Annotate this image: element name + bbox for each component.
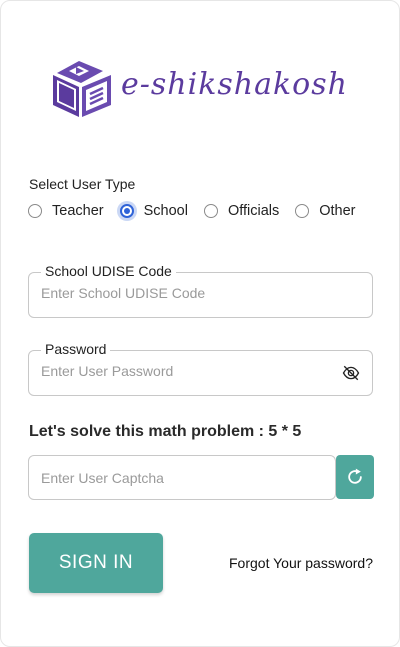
radio-teacher-label[interactable]: Teacher xyxy=(52,203,104,219)
password-field[interactable]: Password xyxy=(28,341,373,396)
captcha-prompt: Let's solve this math problem : 5 * 5 xyxy=(29,423,302,440)
refresh-icon xyxy=(348,468,362,484)
radio-teacher-circle[interactable] xyxy=(28,204,42,218)
user-type-radio-group: Teacher School Officials Other xyxy=(28,200,372,222)
radio-school-label[interactable]: School xyxy=(144,203,188,219)
radio-officials[interactable]: Officials xyxy=(203,203,279,219)
udise-label: School UDISE Code xyxy=(41,263,176,279)
radio-officials-circle[interactable] xyxy=(203,204,218,218)
udise-field[interactable]: School UDISE Code xyxy=(28,263,373,318)
login-card: e-shikshakosh Select User Type Teacher S… xyxy=(0,0,400,647)
radio-other[interactable]: Other xyxy=(295,203,356,219)
forgot-password-link[interactable]: Forgot Your password? xyxy=(229,555,373,571)
captcha-field[interactable] xyxy=(28,455,336,500)
sign-in-button[interactable]: SIGN IN xyxy=(29,533,163,593)
radio-other-circle[interactable] xyxy=(295,204,310,218)
radio-teacher[interactable]: Teacher xyxy=(28,203,104,219)
logo-wordmark: e-shikshakosh xyxy=(121,67,348,102)
refresh-captcha-button[interactable] xyxy=(336,455,374,499)
radio-school-circle[interactable] xyxy=(119,204,134,218)
password-label: Password xyxy=(41,341,111,357)
user-type-label: Select User Type xyxy=(29,176,136,192)
captcha-input[interactable] xyxy=(41,470,321,486)
radio-other-label[interactable]: Other xyxy=(319,203,355,219)
app-logo: e-shikshakosh xyxy=(49,53,353,121)
radio-officials-label[interactable]: Officials xyxy=(228,203,279,219)
radio-school[interactable]: School xyxy=(119,203,188,219)
password-input[interactable] xyxy=(41,363,331,379)
eye-slash-icon[interactable] xyxy=(342,364,360,382)
logo-icon xyxy=(53,61,111,117)
udise-input[interactable] xyxy=(41,285,331,301)
